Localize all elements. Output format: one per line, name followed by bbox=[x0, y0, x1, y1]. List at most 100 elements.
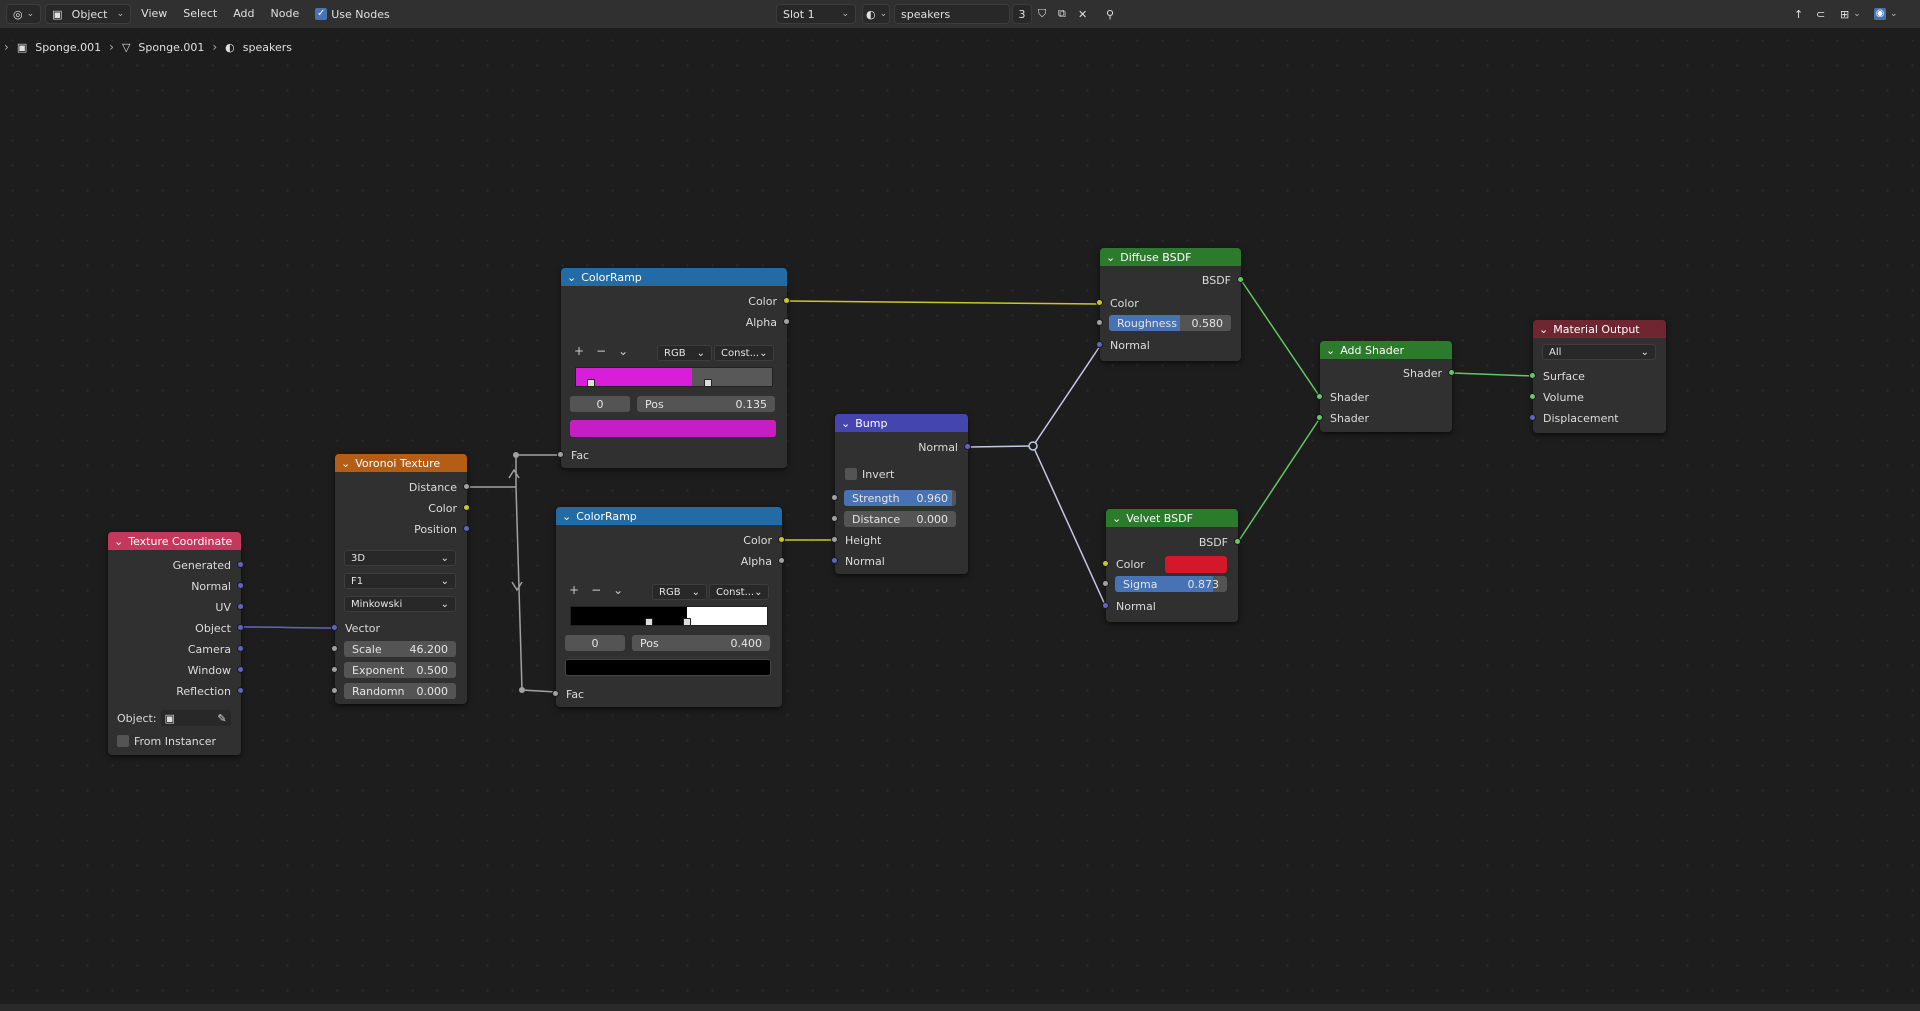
breadcrumb-material[interactable]: speakers bbox=[243, 41, 292, 54]
color-ramp-bar[interactable] bbox=[575, 367, 773, 387]
metric-dropdown[interactable]: Minkowski ⌄ bbox=[344, 596, 456, 612]
socket-normal[interactable] bbox=[237, 582, 244, 589]
socket-bsdf[interactable] bbox=[1237, 276, 1244, 283]
breadcrumb-mesh[interactable]: Sponge.001 bbox=[138, 41, 204, 54]
eyedropper-icon[interactable]: ✎ bbox=[217, 712, 226, 725]
menu-select[interactable]: Select bbox=[177, 4, 223, 24]
invert-row[interactable]: Invert bbox=[835, 465, 968, 483]
from-instancer-checkbox[interactable] bbox=[117, 735, 129, 747]
stop-index-field[interactable]: 0 bbox=[565, 635, 625, 651]
node-header[interactable]: ⌄ Diffuse BSDF bbox=[1100, 248, 1241, 266]
node-header[interactable]: ⌄ Velvet BSDF bbox=[1106, 509, 1238, 527]
slot-dropdown[interactable]: Slot 1 ⌄ bbox=[776, 4, 856, 24]
snap-button[interactable]: ⊂ bbox=[1814, 4, 1827, 24]
remove-stop-icon[interactable]: − bbox=[591, 583, 601, 597]
socket-shader-2[interactable] bbox=[1316, 414, 1323, 421]
velvet-color-swatch[interactable] bbox=[1165, 556, 1227, 573]
socket-distance[interactable] bbox=[463, 483, 470, 490]
socket-displacement[interactable] bbox=[1529, 414, 1536, 421]
node-texture-coordinate[interactable]: ⌄ Texture Coordinate Generated Normal UV… bbox=[108, 532, 244, 755]
node-material-output[interactable]: ⌄ Material Output All ⌄ Surface Volume Di… bbox=[1529, 320, 1666, 433]
add-stop-icon[interactable]: + bbox=[574, 344, 584, 358]
socket-uv[interactable] bbox=[237, 603, 244, 610]
use-nodes-toggle[interactable]: ✓ Use Nodes bbox=[309, 4, 396, 24]
interpolation-dropdown[interactable]: Const... ⌄ bbox=[714, 345, 774, 361]
socket-strength[interactable] bbox=[831, 494, 838, 501]
from-instancer-row[interactable]: From Instancer bbox=[108, 732, 241, 750]
stop-position-field[interactable]: Pos 0.400 bbox=[632, 635, 770, 651]
distance-field[interactable]: Distance 0.000 bbox=[844, 511, 956, 527]
collapse-chevron-icon[interactable]: ⌄ bbox=[341, 457, 350, 470]
stop-index-field[interactable]: 0 bbox=[570, 396, 630, 412]
node-header[interactable]: ⌄ Voronoi Texture bbox=[335, 454, 467, 472]
ramp-stop-handle[interactable] bbox=[645, 618, 653, 626]
socket-color[interactable] bbox=[778, 536, 785, 543]
dimensions-dropdown[interactable]: 3D ⌄ bbox=[344, 550, 456, 566]
socket-normal-out[interactable] bbox=[964, 443, 971, 450]
scale-field[interactable]: Scale 46.200 bbox=[344, 641, 456, 657]
unlink-material-button[interactable]: ✕ bbox=[1076, 4, 1089, 24]
fake-user-button[interactable]: ⛉ bbox=[1036, 4, 1048, 24]
socket-fac[interactable] bbox=[552, 690, 559, 697]
target-dropdown[interactable]: All ⌄ bbox=[1542, 344, 1656, 360]
socket-position[interactable] bbox=[463, 525, 470, 532]
socket-reflection[interactable] bbox=[237, 687, 244, 694]
duplicate-material-button[interactable]: ⧉ bbox=[1056, 4, 1068, 24]
feature-dropdown[interactable]: F1 ⌄ bbox=[344, 573, 456, 589]
chevron-down-icon[interactable]: ⌄ bbox=[613, 583, 623, 597]
socket-color[interactable] bbox=[783, 297, 790, 304]
collapse-chevron-icon[interactable]: ⌄ bbox=[1326, 344, 1335, 357]
collapse-chevron-icon[interactable]: ⌄ bbox=[1106, 251, 1115, 264]
user-count-button[interactable]: 3 bbox=[1012, 4, 1032, 24]
node-add-shader[interactable]: ⌄ Add Shader Shader Shader Shader bbox=[1316, 341, 1455, 432]
snap-mode-dropdown[interactable]: ⊞ ⌄ bbox=[1838, 4, 1863, 24]
socket-camera[interactable] bbox=[237, 645, 244, 652]
menu-add[interactable]: Add bbox=[227, 4, 260, 24]
socket-alpha[interactable] bbox=[783, 318, 790, 325]
collapse-chevron-icon[interactable]: ⌄ bbox=[567, 271, 576, 284]
pin-button[interactable]: ⚲ bbox=[1104, 4, 1116, 24]
socket-shader-1[interactable] bbox=[1316, 393, 1323, 400]
node-header[interactable]: ⌄ ColorRamp bbox=[556, 507, 782, 525]
socket-object[interactable] bbox=[237, 624, 244, 631]
menu-node[interactable]: Node bbox=[265, 4, 306, 24]
socket-alpha[interactable] bbox=[778, 557, 785, 564]
socket-randomness[interactable] bbox=[331, 687, 338, 694]
socket-surface[interactable] bbox=[1529, 372, 1536, 379]
shader-type-dropdown[interactable]: ▣ Object ⌄ bbox=[45, 4, 132, 24]
menu-view[interactable]: View bbox=[135, 4, 173, 24]
remove-stop-icon[interactable]: − bbox=[596, 344, 606, 358]
roughness-field[interactable]: Roughness 0.580 bbox=[1109, 315, 1231, 331]
socket-color[interactable] bbox=[463, 504, 470, 511]
socket-window[interactable] bbox=[237, 666, 244, 673]
randomness-field[interactable]: Randomn 0.000 bbox=[344, 683, 456, 699]
socket-scale[interactable] bbox=[331, 645, 338, 652]
node-colorramp-1[interactable]: ⌄ ColorRamp Color Alpha + − ⌄ RGB ⌄ Const… bbox=[557, 268, 790, 468]
collapse-chevron-icon[interactable]: ⌄ bbox=[1539, 323, 1548, 336]
node-bump[interactable]: ⌄ Bump Normal Invert Strength 0.960 Dista… bbox=[831, 414, 971, 574]
socket-volume[interactable] bbox=[1529, 393, 1536, 400]
color-mode-dropdown[interactable]: RGB ⌄ bbox=[652, 584, 707, 600]
ramp-stop-handle[interactable] bbox=[683, 618, 691, 626]
socket-roughness[interactable] bbox=[1096, 319, 1103, 326]
collapse-chevron-icon[interactable]: ⌄ bbox=[841, 417, 850, 430]
stop-position-field[interactable]: Pos 0.135 bbox=[637, 396, 775, 412]
node-header[interactable]: ⌄ Add Shader bbox=[1320, 341, 1452, 359]
node-header[interactable]: ⌄ Material Output bbox=[1533, 320, 1666, 338]
collapse-chevron-icon[interactable]: ⌄ bbox=[114, 535, 123, 548]
overlays-dropdown[interactable]: ◉ ⌄ bbox=[1872, 4, 1900, 24]
browse-material-button[interactable]: ◐ ⌄ bbox=[862, 4, 890, 24]
socket-color[interactable] bbox=[1096, 299, 1103, 306]
node-header[interactable]: ⌄ Bump bbox=[835, 414, 968, 432]
ramp-stop-handle[interactable] bbox=[704, 379, 712, 387]
collapse-chevron-icon[interactable]: ⌄ bbox=[562, 510, 571, 523]
exponent-field[interactable]: Exponent 0.500 bbox=[344, 662, 456, 678]
stop-color-swatch[interactable] bbox=[570, 420, 776, 437]
socket-color[interactable] bbox=[1102, 560, 1109, 567]
socket-height[interactable] bbox=[831, 536, 838, 543]
add-stop-icon[interactable]: + bbox=[569, 583, 579, 597]
color-mode-dropdown[interactable]: RGB ⌄ bbox=[657, 345, 712, 361]
collapse-chevron-icon[interactable]: ⌄ bbox=[1112, 512, 1121, 525]
socket-vector[interactable] bbox=[331, 624, 338, 631]
socket-shader-out[interactable] bbox=[1448, 369, 1455, 376]
